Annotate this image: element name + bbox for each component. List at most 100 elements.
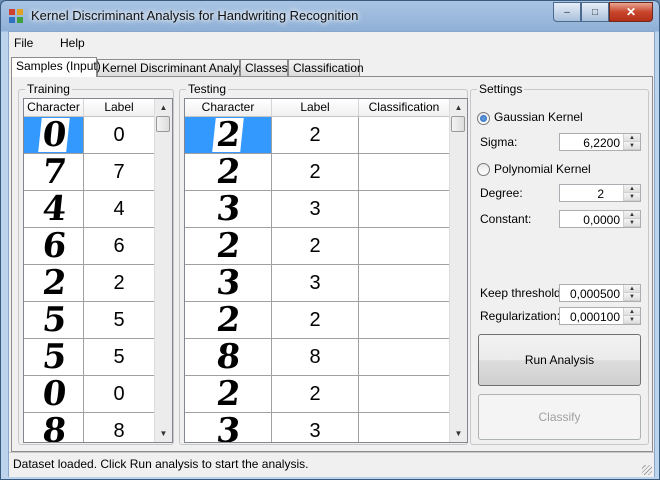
scroll-thumb[interactable] bbox=[451, 116, 465, 132]
degree-input[interactable]: 2 ▲ ▼ bbox=[559, 184, 641, 202]
label-cell[interactable]: 4 bbox=[84, 191, 155, 227]
character-cell[interactable]: 5 bbox=[24, 300, 84, 340]
maximize-button[interactable]: □ bbox=[581, 2, 609, 22]
label-cell[interactable]: 2 bbox=[272, 117, 359, 153]
regularization-input[interactable]: 0,000100 ▲ ▼ bbox=[559, 307, 641, 325]
spin-up-icon[interactable]: ▲ bbox=[624, 285, 640, 293]
regularization-spinner[interactable]: ▲ ▼ bbox=[623, 308, 640, 324]
character-cell[interactable]: 8 bbox=[24, 411, 84, 442]
constant-input[interactable]: 0,0000 ▲ ▼ bbox=[559, 210, 641, 228]
scroll-up-icon[interactable]: ▲ bbox=[155, 99, 172, 116]
polynomial-kernel-radio[interactable] bbox=[477, 163, 490, 176]
scroll-up-icon[interactable]: ▲ bbox=[450, 99, 467, 116]
character-cell[interactable]: 2 bbox=[185, 115, 272, 155]
training-row[interactable]: 00 bbox=[24, 374, 155, 414]
testing-row[interactable]: 33 bbox=[185, 411, 450, 442]
tab-kernel-discriminant-analysis[interactable]: Kernel Discriminant Analysis bbox=[97, 59, 253, 76]
classification-cell[interactable] bbox=[359, 413, 450, 442]
testing-row[interactable]: 22 bbox=[185, 374, 450, 414]
classification-cell[interactable] bbox=[359, 302, 450, 338]
scroll-down-icon[interactable]: ▼ bbox=[155, 425, 172, 442]
character-cell[interactable]: 5 bbox=[24, 337, 84, 377]
spin-down-icon[interactable]: ▼ bbox=[624, 219, 640, 227]
training-row[interactable]: 00 bbox=[24, 115, 155, 155]
character-cell[interactable]: 2 bbox=[185, 152, 272, 192]
scroll-down-icon[interactable]: ▼ bbox=[450, 425, 467, 442]
spin-up-icon[interactable]: ▲ bbox=[624, 308, 640, 316]
training-grid[interactable]: Character Label 007744662255550088 ▲ ▼ bbox=[23, 98, 173, 443]
classify-button[interactable]: Classify bbox=[478, 394, 641, 440]
testing-row[interactable]: 22 bbox=[185, 152, 450, 192]
label-cell[interactable]: 3 bbox=[272, 191, 359, 227]
character-cell[interactable]: 8 bbox=[185, 337, 272, 377]
resize-grip-icon[interactable] bbox=[642, 465, 652, 475]
character-cell[interactable]: 4 bbox=[24, 189, 84, 229]
label-cell[interactable]: 2 bbox=[272, 376, 359, 412]
testing-row[interactable]: 22 bbox=[185, 300, 450, 340]
testing-grid[interactable]: Character Label Classification 222233223… bbox=[184, 98, 468, 443]
label-cell[interactable]: 2 bbox=[272, 154, 359, 190]
classification-cell[interactable] bbox=[359, 117, 450, 153]
character-cell[interactable]: 0 bbox=[24, 374, 84, 414]
training-row[interactable]: 77 bbox=[24, 152, 155, 192]
training-row[interactable]: 66 bbox=[24, 226, 155, 266]
character-cell[interactable]: 3 bbox=[185, 411, 272, 442]
label-cell[interactable]: 5 bbox=[84, 339, 155, 375]
training-row[interactable]: 55 bbox=[24, 337, 155, 377]
tab-classes[interactable]: Classes bbox=[240, 59, 288, 76]
spin-down-icon[interactable]: ▼ bbox=[624, 193, 640, 201]
testing-col-character[interactable]: Character bbox=[185, 99, 272, 116]
classification-cell[interactable] bbox=[359, 191, 450, 227]
classification-cell[interactable] bbox=[359, 339, 450, 375]
training-row[interactable]: 55 bbox=[24, 300, 155, 340]
constant-spinner[interactable]: ▲ ▼ bbox=[623, 211, 640, 227]
label-cell[interactable]: 2 bbox=[272, 302, 359, 338]
testing-row[interactable]: 88 bbox=[185, 337, 450, 377]
character-cell[interactable]: 2 bbox=[185, 374, 272, 414]
training-col-label[interactable]: Label bbox=[84, 99, 155, 116]
testing-row[interactable]: 33 bbox=[185, 263, 450, 303]
character-cell[interactable]: 0 bbox=[24, 115, 84, 155]
training-row[interactable]: 44 bbox=[24, 189, 155, 229]
keep-threshold-input[interactable]: 0,000500 ▲ ▼ bbox=[559, 284, 641, 302]
label-cell[interactable]: 0 bbox=[84, 117, 155, 153]
label-cell[interactable]: 8 bbox=[84, 413, 155, 442]
classification-cell[interactable] bbox=[359, 228, 450, 264]
run-analysis-button[interactable]: Run Analysis bbox=[478, 334, 641, 386]
polynomial-kernel-label[interactable]: Polynomial Kernel bbox=[494, 162, 591, 176]
spin-up-icon[interactable]: ▲ bbox=[624, 134, 640, 142]
testing-row[interactable]: 22 bbox=[185, 115, 450, 155]
menu-help[interactable]: Help bbox=[60, 36, 85, 50]
character-cell[interactable]: 2 bbox=[24, 263, 84, 303]
training-row[interactable]: 22 bbox=[24, 263, 155, 303]
character-cell[interactable]: 3 bbox=[185, 189, 272, 229]
close-button[interactable]: ✕ bbox=[609, 2, 653, 22]
label-cell[interactable]: 3 bbox=[272, 265, 359, 301]
character-cell[interactable]: 3 bbox=[185, 263, 272, 303]
label-cell[interactable]: 2 bbox=[84, 265, 155, 301]
spin-down-icon[interactable]: ▼ bbox=[624, 293, 640, 301]
tab-samples-input[interactable]: Samples (Input) bbox=[11, 57, 101, 77]
keep-threshold-spinner[interactable]: ▲ ▼ bbox=[623, 285, 640, 301]
training-scrollbar[interactable]: ▲ ▼ bbox=[154, 99, 172, 442]
menu-file[interactable]: File bbox=[14, 36, 33, 50]
testing-row[interactable]: 33 bbox=[185, 189, 450, 229]
testing-row[interactable]: 22 bbox=[185, 226, 450, 266]
label-cell[interactable]: 3 bbox=[272, 413, 359, 442]
testing-col-label[interactable]: Label bbox=[272, 99, 359, 116]
degree-spinner[interactable]: ▲ ▼ bbox=[623, 185, 640, 201]
label-cell[interactable]: 5 bbox=[84, 302, 155, 338]
training-col-character[interactable]: Character bbox=[24, 99, 84, 116]
spin-down-icon[interactable]: ▼ bbox=[624, 316, 640, 324]
title-bar[interactable]: Kernel Discriminant Analysis for Handwri… bbox=[1, 1, 659, 31]
character-cell[interactable]: 7 bbox=[24, 152, 84, 192]
minimize-button[interactable]: – bbox=[553, 2, 581, 22]
testing-scrollbar[interactable]: ▲ ▼ bbox=[449, 99, 467, 442]
label-cell[interactable]: 8 bbox=[272, 339, 359, 375]
label-cell[interactable]: 6 bbox=[84, 228, 155, 264]
sigma-spinner[interactable]: ▲ ▼ bbox=[623, 134, 640, 150]
classification-cell[interactable] bbox=[359, 376, 450, 412]
label-cell[interactable]: 2 bbox=[272, 228, 359, 264]
testing-col-classification[interactable]: Classification bbox=[359, 99, 450, 116]
classification-cell[interactable] bbox=[359, 154, 450, 190]
